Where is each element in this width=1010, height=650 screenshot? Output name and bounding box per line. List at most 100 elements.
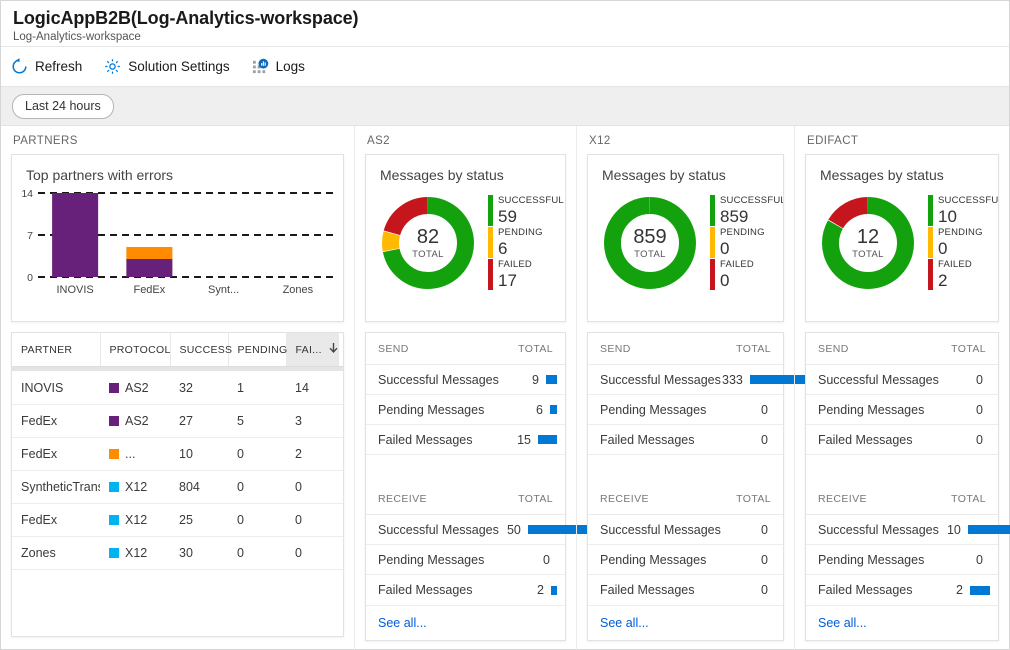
refresh-button[interactable]: Refresh [11,58,82,75]
column-header-success[interactable]: SUCCESS [170,333,232,367]
message-stat-value: 15 [517,432,531,447]
donut-total-label: TOTAL [852,249,884,260]
cell-pending: 0 [228,536,286,570]
message-stat-value: 0 [761,583,768,597]
message-stat-label: Pending Messages [818,402,925,417]
cell-success: 27 [170,404,228,438]
partners-column: PARTNERS Top partners with errors 0 7 14 IN… [1,126,354,650]
x12-donut-title: Messages by status [602,167,726,183]
logs-button[interactable]: Logs [252,58,305,75]
svg-text:7: 7 [27,230,33,242]
message-stat-row[interactable]: Pending Messages 0 [806,395,998,425]
cell-pending: 0 [228,437,286,471]
message-stat-bar [550,405,557,414]
message-stat-row[interactable]: Successful Messages 50 [366,515,590,545]
x12-see-all-link[interactable]: See all... [588,605,783,640]
message-stat-bar [967,525,1010,534]
cell-success: 10 [170,437,228,471]
table-row[interactable]: Zones X12 30 0 0 [12,536,343,570]
message-stat-value: 2 [956,583,963,597]
column-header-failed[interactable]: FAI... [286,333,339,367]
partners-section-title: PARTNERS [13,135,78,147]
as2-see-all-link[interactable]: See all... [366,605,565,640]
legend-label: SUCCESSFUL [720,195,783,206]
message-stat-value: 0 [543,552,550,567]
column-header-protocol[interactable]: PROTOCOL [100,333,171,367]
message-stat-value: 10 [946,522,961,537]
table-row[interactable]: FedEx... 10 0 2 [12,437,343,471]
message-stat-row[interactable]: Successful Messages 333 [588,365,812,395]
donut-total-label: TOTAL [412,249,444,260]
message-stat-row[interactable]: Failed Messages 0 [806,425,998,455]
legend-color-bar [488,227,493,258]
message-stat-value: 0 [761,432,768,447]
table-row[interactable]: FedEx AS2 27 5 3 [12,404,343,438]
legend-value: 0 [720,239,730,258]
legend-item: SUCCESSFUL 59 [488,195,565,226]
cell-spacer [338,503,343,537]
message-stat-label: Failed Messages [378,432,473,447]
column-header-partner[interactable]: PARTNER [12,333,101,367]
time-range-filter[interactable]: Last 24 hours [12,93,114,119]
legend-color-bar [710,195,715,226]
edifact-donut-chart: 12 TOTAL [814,189,922,297]
x12-donut-chart: 859 TOTAL [596,189,704,297]
message-stat-row[interactable]: Successful Messages 9 [366,365,565,395]
message-stat-label: Failed Messages [378,583,473,597]
message-stat-row[interactable]: Pending Messages 0 [806,545,998,575]
message-stat-row[interactable]: Failed Messages 2 [366,575,565,605]
legend-label: SUCCESSFUL [498,195,564,206]
send-list-header: SEND TOTAL [366,333,565,365]
message-stat-row[interactable]: Pending Messages 0 [588,545,783,575]
command-bar: Refresh Solution Settings Logs [1,47,1009,87]
message-stat-row[interactable]: Successful Messages 10 [806,515,1010,545]
table-row[interactable]: INOVIS AS2 32 1 14 [12,371,343,405]
message-stat-row[interactable]: Pending Messages 0 [588,395,783,425]
message-stat-label: Successful Messages [600,372,721,387]
edifact-donut-title: Messages by status [820,167,944,183]
top-partners-chart-title: Top partners with errors [26,167,174,183]
message-stat-row[interactable]: Failed Messages 0 [588,425,783,455]
edifact-see-all-link[interactable]: See all... [806,605,998,640]
cell-spacer [338,536,343,570]
column-header-pending[interactable]: PENDING [228,333,287,367]
send-list-header: SEND TOTAL [806,333,998,365]
message-stat-value: 0 [761,552,768,567]
message-stat-row[interactable]: Failed Messages 2 [806,575,998,605]
solution-settings-button[interactable]: Solution Settings [104,58,230,75]
cell-failed: 0 [286,536,338,570]
legend-label: SUCCESSFUL. [938,195,998,206]
message-stat-value: 0 [761,402,768,417]
message-stat-label: Successful Messages [378,522,499,537]
table-row[interactable]: SyntheticTrans X12 804 0 0 [12,470,343,504]
legend-color-bar [928,227,933,258]
send-header-label: SEND [600,343,631,355]
legend-item: SUCCESSFUL 859 [710,195,783,226]
cell-protocol: X12 [100,470,170,504]
protocol-color-swatch [109,548,119,558]
message-stat-row[interactable]: Pending Messages 6 [366,395,565,425]
message-stat-bar [546,375,557,384]
message-stat-row[interactable]: Failed Messages 15 [366,425,565,455]
message-stat-row[interactable]: Successful Messages 0 [588,515,783,545]
protocol-color-swatch [109,449,119,459]
message-stat-row[interactable]: Successful Messages 0 [806,365,998,395]
donut-total-value: 82 [416,226,440,248]
edifact-messages-tile: SEND TOTAL Successful Messages 0 Pending Mes… [805,332,1010,641]
message-stat-label: Failed Messages [818,432,913,447]
cell-partner: SyntheticTrans [12,470,100,504]
edifact-donut-legend: SUCCESSFUL.10PENDING0FAILED2 [928,195,998,291]
message-stat-row[interactable]: Failed Messages 0 [588,575,783,605]
cell-success: 25 [170,503,228,537]
cell-protocol: X12 [100,536,170,570]
filter-band: Last 24 hours [1,87,1009,126]
protocol-color-swatch [109,382,119,393]
message-stat-row[interactable]: Pending Messages 0 [366,545,565,575]
as2-column: AS2 Messages by status 82 TOTAL SUCCESSFU… [354,126,590,650]
message-stat-value: 0 [976,552,983,567]
page-header: LogicAppB2B(Log-Analytics-workspace) Log… [1,1,1009,47]
table-search-button[interactable] [338,333,343,367]
cell-protocol: X12 [100,503,170,537]
table-row[interactable]: FedEx X12 25 0 0 [12,503,343,537]
